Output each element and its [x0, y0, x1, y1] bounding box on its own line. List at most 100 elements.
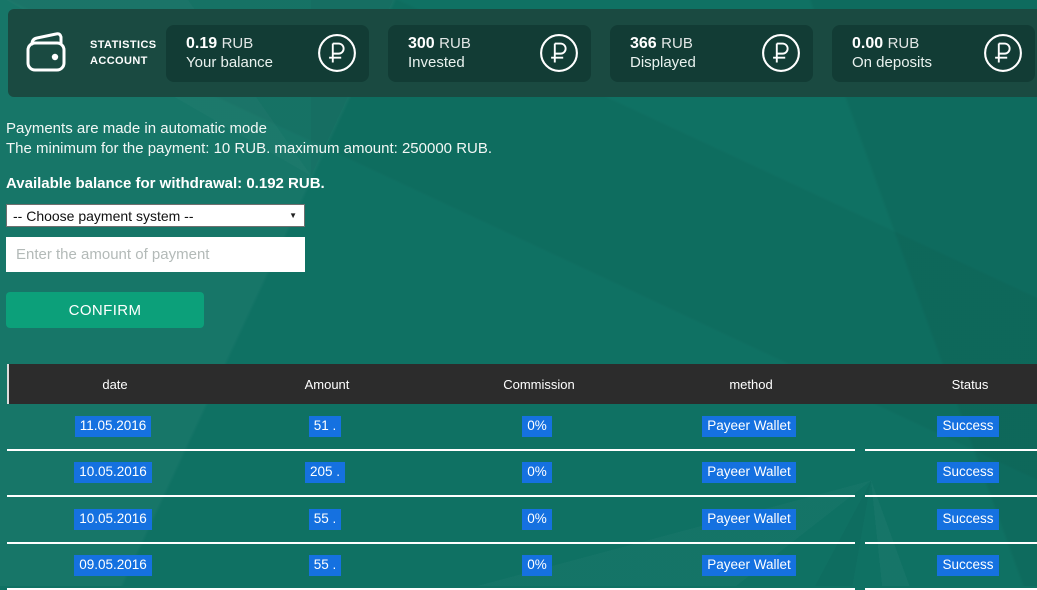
- balance-card-invested: 300 RUB Invested: [388, 25, 591, 82]
- col-header-date: date: [9, 377, 221, 392]
- commission-value: 0%: [522, 555, 552, 576]
- col-header-commission: Commission: [433, 377, 645, 392]
- cell-method: Payeer Wallet: [643, 497, 855, 544]
- method-value: Payeer Wallet: [702, 416, 796, 437]
- card-value-line: 0.19 RUB: [186, 35, 273, 53]
- ruble-circle-icon: [317, 33, 357, 73]
- col-header-amount: Amount: [221, 377, 433, 392]
- ruble-circle-icon: [539, 33, 579, 73]
- table-row: 11.05.2016 51 . 0% Payeer Wallet Success: [7, 404, 1037, 451]
- info-line-2: The minimum for the payment: 10 RUB. max…: [6, 139, 492, 159]
- cell-date: 11.05.2016: [7, 404, 219, 451]
- col-header-method: method: [645, 377, 857, 392]
- status-badge: Success: [937, 416, 998, 437]
- balance-card-displayed: 366 RUB Displayed: [610, 25, 813, 82]
- card-currency: RUB: [439, 35, 471, 52]
- cell-status: Success: [865, 497, 1037, 544]
- method-value: Payeer Wallet: [702, 555, 796, 576]
- statistics-label-line2: ACCOUNT: [90, 53, 152, 70]
- cell-amount: 55 .: [219, 497, 431, 544]
- table-body: 11.05.2016 51 . 0% Payeer Wallet Success…: [7, 404, 1037, 590]
- commission-value: 0%: [522, 416, 552, 437]
- card-label: Displayed: [630, 54, 696, 71]
- card-currency: RUB: [661, 35, 693, 52]
- cell-method: Payeer Wallet: [643, 544, 855, 590]
- payment-system-select-wrap: -- Choose payment system -- ▼: [6, 204, 305, 227]
- amount-value: 205 .: [305, 462, 345, 483]
- card-value: 300: [408, 35, 435, 52]
- cell-commission: 0%: [431, 544, 643, 590]
- payment-system-select[interactable]: -- Choose payment system --: [6, 204, 305, 227]
- page: { "stats_bar": { "title_line1": "STATIST…: [0, 0, 1037, 586]
- amount-value: 55 .: [309, 555, 342, 576]
- cell-commission: 0%: [431, 497, 643, 544]
- statistics-account-label: STATISTICS ACCOUNT: [90, 37, 152, 70]
- available-balance-text: Available balance for withdrawal: 0.192 …: [6, 175, 492, 192]
- card-value-line: 300 RUB: [408, 35, 471, 53]
- commission-value: 0%: [522, 509, 552, 530]
- date-value: 09.05.2016: [74, 555, 152, 576]
- cell-date: 09.05.2016: [7, 544, 219, 590]
- table-row: 10.05.2016 205 . 0% Payeer Wallet Succes…: [7, 451, 1037, 498]
- wallet-block: STATISTICS ACCOUNT: [24, 32, 152, 74]
- table-row: 10.05.2016 55 . 0% Payeer Wallet Success: [7, 497, 1037, 544]
- payments-table: date Amount Commission method Status 11.…: [7, 364, 1037, 590]
- cell-date: 10.05.2016: [7, 451, 219, 498]
- card-value-line: 0.00 RUB: [852, 35, 932, 53]
- card-text: 0.00 RUB On deposits: [852, 35, 932, 71]
- card-value: 366: [630, 35, 657, 52]
- card-value: 0.00: [852, 35, 883, 52]
- status-badge: Success: [937, 555, 998, 576]
- withdrawal-section: Payments are made in automatic mode The …: [6, 119, 492, 328]
- card-text: 366 RUB Displayed: [630, 35, 696, 71]
- cell-amount: 51 .: [219, 404, 431, 451]
- cell-commission: 0%: [431, 404, 643, 451]
- date-value: 10.05.2016: [74, 509, 152, 530]
- col-header-status: Status: [867, 377, 1037, 392]
- card-text: 300 RUB Invested: [408, 35, 471, 71]
- card-value-line: 366 RUB: [630, 35, 696, 53]
- amount-input[interactable]: [6, 237, 305, 272]
- card-label: Your balance: [186, 54, 273, 71]
- card-label: On deposits: [852, 54, 932, 71]
- ruble-circle-icon: [761, 33, 801, 73]
- cell-status: Success: [865, 544, 1037, 590]
- method-value: Payeer Wallet: [702, 509, 796, 530]
- amount-value: 55 .: [309, 509, 342, 530]
- status-badge: Success: [937, 509, 998, 530]
- info-line-1: Payments are made in automatic mode: [6, 119, 492, 139]
- row-gap: [855, 497, 865, 544]
- statistics-label-line1: STATISTICS: [90, 37, 152, 54]
- card-currency: RUB: [888, 35, 920, 52]
- balance-card-on-deposits: 0.00 RUB On deposits: [832, 25, 1035, 82]
- card-value: 0.19: [186, 35, 217, 52]
- row-gap: [855, 404, 865, 451]
- table-header: date Amount Commission method Status: [7, 364, 1037, 404]
- commission-value: 0%: [522, 462, 552, 483]
- cell-status: Success: [865, 404, 1037, 451]
- balance-cards: 0.19 RUB Your balance 300 RUB Invested 3…: [166, 25, 1035, 82]
- date-value: 11.05.2016: [75, 416, 152, 437]
- cell-amount: 55 .: [219, 544, 431, 590]
- cell-method: Payeer Wallet: [643, 451, 855, 498]
- cell-status: Success: [865, 451, 1037, 498]
- card-text: 0.19 RUB Your balance: [186, 35, 273, 71]
- wallet-icon: [24, 32, 68, 74]
- card-currency: RUB: [222, 35, 254, 52]
- method-value: Payeer Wallet: [702, 462, 796, 483]
- amount-value: 51 .: [309, 416, 342, 437]
- ruble-circle-icon: [983, 33, 1023, 73]
- row-gap: [855, 451, 865, 498]
- cell-date: 10.05.2016: [7, 497, 219, 544]
- table-row: 09.05.2016 55 . 0% Payeer Wallet Success: [7, 544, 1037, 590]
- row-gap: [855, 544, 865, 590]
- balance-card-your-balance: 0.19 RUB Your balance: [166, 25, 369, 82]
- status-badge: Success: [937, 462, 998, 483]
- date-value: 10.05.2016: [74, 462, 152, 483]
- cell-commission: 0%: [431, 451, 643, 498]
- cell-method: Payeer Wallet: [643, 404, 855, 451]
- cell-amount: 205 .: [219, 451, 431, 498]
- confirm-button[interactable]: CONFIRM: [6, 292, 204, 328]
- statistics-bar: STATISTICS ACCOUNT 0.19 RUB Your balance…: [8, 9, 1037, 97]
- card-label: Invested: [408, 54, 471, 71]
